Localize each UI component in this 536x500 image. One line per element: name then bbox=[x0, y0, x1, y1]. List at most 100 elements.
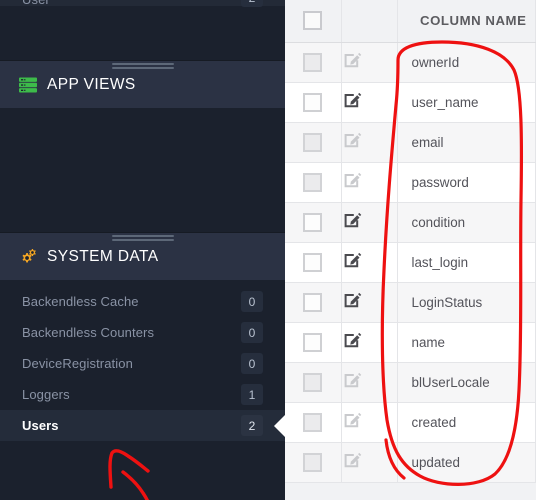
schema-table-panel: COLUMN NAME ownerId user_nameemail passwor… bbox=[285, 0, 536, 500]
row-column-name-cell[interactable]: LoginStatus bbox=[397, 282, 536, 323]
sidebar: User 2 APP VIEWS bbox=[0, 0, 285, 500]
row-column-name-cell[interactable]: blUserLocale bbox=[397, 362, 536, 403]
table-row[interactable]: user_name bbox=[285, 82, 536, 123]
row-column-name-cell[interactable]: email bbox=[397, 122, 536, 163]
row-select-cell[interactable] bbox=[285, 122, 342, 163]
column-name-text: ownerId bbox=[411, 54, 460, 70]
sidebar-item-count-badge: 2 bbox=[241, 415, 263, 436]
table-row[interactable]: LoginStatus bbox=[285, 282, 536, 323]
header-select-all-cell[interactable] bbox=[285, 0, 342, 43]
drag-handle-icon[interactable] bbox=[111, 63, 174, 71]
edit-pencil-icon[interactable] bbox=[342, 210, 397, 235]
section-title-system-data: SYSTEM DATA bbox=[47, 247, 159, 265]
row-checkbox[interactable] bbox=[303, 292, 323, 312]
sidebar-item-label: Backendless Cache bbox=[22, 294, 139, 309]
row-select-cell[interactable] bbox=[285, 202, 342, 243]
row-edit-cell[interactable] bbox=[341, 82, 398, 123]
sidebar-item-backendless-cache[interactable]: Backendless Cache 0 bbox=[0, 286, 285, 317]
row-column-name-cell[interactable]: created bbox=[397, 402, 536, 443]
row-select-cell[interactable] bbox=[285, 442, 342, 483]
table-row[interactable]: created bbox=[285, 402, 536, 443]
column-name-text: LoginStatus bbox=[411, 294, 483, 310]
sidebar-item-backendless-counters[interactable]: Backendless Counters 0 bbox=[0, 317, 285, 348]
sidebar-item-label: Users bbox=[22, 418, 59, 433]
sidebar-item-label: User bbox=[22, 0, 50, 7]
row-checkbox bbox=[303, 132, 323, 152]
row-select-cell[interactable] bbox=[285, 282, 342, 323]
select-all-checkbox[interactable] bbox=[303, 11, 323, 31]
edit-pencil-icon bbox=[342, 50, 397, 75]
row-checkbox[interactable] bbox=[303, 212, 323, 232]
row-checkbox bbox=[303, 452, 323, 472]
drag-handle-icon[interactable] bbox=[111, 235, 174, 243]
row-select-cell[interactable] bbox=[285, 242, 342, 283]
table-row[interactable]: last_login bbox=[285, 242, 536, 283]
row-column-name-cell[interactable]: updated bbox=[397, 442, 536, 483]
column-name-text: created bbox=[411, 414, 457, 430]
table-row[interactable]: ownerId bbox=[285, 42, 536, 83]
app-root: User 2 APP VIEWS bbox=[0, 0, 536, 500]
row-select-cell[interactable] bbox=[285, 82, 342, 123]
table-row[interactable]: password bbox=[285, 162, 536, 203]
row-checkbox[interactable] bbox=[303, 92, 323, 112]
sidebar-item-label: Backendless Counters bbox=[22, 325, 155, 340]
row-edit-cell[interactable] bbox=[341, 282, 398, 323]
row-edit-cell[interactable] bbox=[341, 242, 398, 283]
table-row[interactable]: condition bbox=[285, 202, 536, 243]
table-row[interactable]: email bbox=[285, 122, 536, 163]
edit-pencil-icon[interactable] bbox=[342, 250, 397, 275]
row-column-name-cell[interactable]: last_login bbox=[397, 242, 536, 283]
row-edit-cell bbox=[341, 42, 398, 83]
row-edit-cell[interactable] bbox=[341, 202, 398, 243]
gears-orange-icon bbox=[18, 247, 38, 267]
edit-pencil-icon bbox=[342, 130, 397, 155]
edit-pencil-icon[interactable] bbox=[342, 90, 397, 115]
edit-pencil-icon[interactable] bbox=[342, 330, 397, 355]
selected-indicator-caret-icon bbox=[274, 414, 285, 437]
table-body: ownerId user_nameemail password condition la… bbox=[285, 42, 536, 483]
row-edit-cell[interactable] bbox=[341, 322, 398, 363]
sidebar-item-user-partial[interactable]: User 2 bbox=[0, 0, 285, 7]
header-column-name-label: COLUMN NAME bbox=[420, 13, 527, 29]
table-row[interactable]: updated bbox=[285, 442, 536, 483]
edit-pencil-icon bbox=[342, 370, 397, 395]
row-select-cell[interactable] bbox=[285, 362, 342, 403]
schema-table: COLUMN NAME ownerId user_nameemail passwor… bbox=[285, 0, 536, 483]
section-header-system-data[interactable]: SYSTEM DATA bbox=[0, 232, 285, 280]
edit-pencil-icon bbox=[342, 170, 397, 195]
table-row[interactable]: name bbox=[285, 322, 536, 363]
column-name-text: email bbox=[411, 134, 444, 150]
column-name-text: user_name bbox=[411, 94, 479, 110]
row-column-name-cell[interactable]: user_name bbox=[397, 82, 536, 123]
table-row[interactable]: blUserLocale bbox=[285, 362, 536, 403]
row-checkbox[interactable] bbox=[303, 332, 323, 352]
sidebar-list-bottom-gap bbox=[0, 441, 285, 500]
row-column-name-cell[interactable]: condition bbox=[397, 202, 536, 243]
row-select-cell[interactable] bbox=[285, 322, 342, 363]
sidebar-item-device-registration[interactable]: DeviceRegistration 0 bbox=[0, 348, 285, 379]
sidebar-item-users[interactable]: Users 2 bbox=[0, 410, 285, 441]
sidebar-item-label: DeviceRegistration bbox=[22, 356, 133, 371]
sidebar-scroll-area-app-tables bbox=[0, 6, 285, 60]
row-select-cell[interactable] bbox=[285, 42, 342, 83]
edit-pencil-icon[interactable] bbox=[342, 290, 397, 315]
section-header-app-views[interactable]: APP VIEWS bbox=[0, 60, 285, 108]
sidebar-item-count-badge: 0 bbox=[241, 353, 263, 374]
row-checkbox[interactable] bbox=[303, 252, 323, 272]
column-name-text: last_login bbox=[411, 254, 469, 270]
table-header-row: COLUMN NAME bbox=[285, 0, 536, 43]
column-name-text: condition bbox=[411, 214, 466, 230]
row-edit-cell bbox=[341, 122, 398, 163]
row-column-name-cell[interactable]: ownerId bbox=[397, 42, 536, 83]
row-column-name-cell[interactable]: password bbox=[397, 162, 536, 203]
table-footer-strip bbox=[285, 482, 536, 500]
edit-pencil-icon bbox=[342, 450, 397, 475]
row-select-cell[interactable] bbox=[285, 162, 342, 203]
row-checkbox bbox=[303, 412, 323, 432]
row-column-name-cell[interactable]: name bbox=[397, 322, 536, 363]
sidebar-item-loggers[interactable]: Loggers 1 bbox=[0, 379, 285, 410]
row-checkbox bbox=[303, 52, 323, 72]
section-title-app-views: APP VIEWS bbox=[47, 75, 136, 93]
header-column-name-cell[interactable]: COLUMN NAME bbox=[397, 0, 536, 43]
row-select-cell[interactable] bbox=[285, 402, 342, 443]
